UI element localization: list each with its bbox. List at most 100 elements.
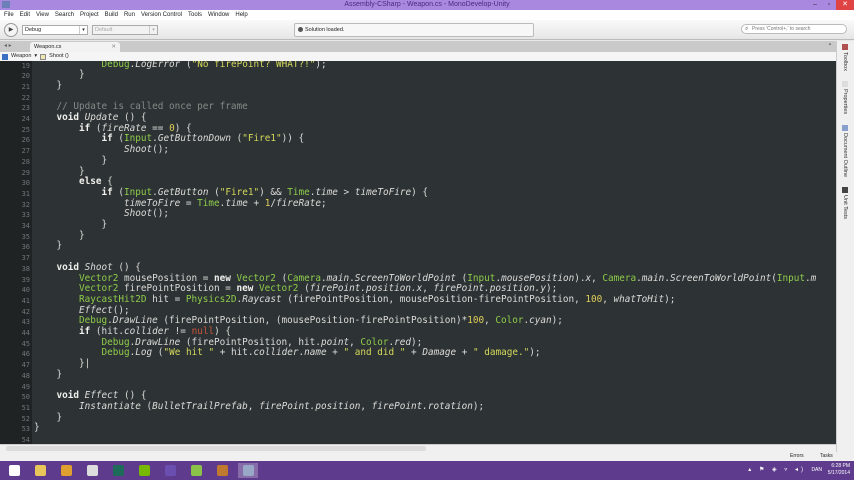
code-token: != (169, 326, 192, 337)
pad-document-outline[interactable]: Document Outline (842, 125, 848, 177)
code-line[interactable]: Debug.Log ("We hit " + hit.collider.name… (34, 348, 541, 359)
horizontal-scrollbar[interactable] (0, 444, 836, 452)
tab-close-icon[interactable]: ✕ (111, 42, 116, 52)
code-token: GetButton (157, 186, 209, 198)
monodevelop-icon (242, 465, 254, 476)
code-token: )) { (281, 133, 305, 145)
maximize-button[interactable]: ▫ (822, 0, 836, 10)
search-icon: ⌕ (745, 26, 749, 32)
menu-window[interactable]: Window (208, 10, 229, 20)
line-number: 24 (21, 115, 30, 123)
code-line[interactable]: RaycastHit2D hit = Physics2D.Raycast (fi… (34, 293, 675, 306)
code-token: "We hit " (163, 347, 215, 359)
code-line[interactable]: } (34, 80, 63, 92)
tab-scroll-left-icon[interactable]: ◂ ▸ (4, 42, 12, 49)
errors-pad-button[interactable]: Errors (790, 452, 804, 461)
code-token: ); (411, 336, 423, 348)
configuration-select[interactable]: Debug ▾ (22, 25, 88, 35)
line-number: 36 (21, 243, 30, 252)
pad-toolbox[interactable]: Toolbox (842, 44, 848, 71)
tab-weapon-cs[interactable]: Weapon.cs ✕ (30, 42, 120, 52)
code-token: Vector2 (259, 283, 299, 295)
line-number: 53 (21, 425, 30, 434)
code-token: } (34, 411, 63, 423)
line-number-gutter: 19 20 21 22 23 24 25 26 27 28 29 30 31 32 33 34 35 36 37 38… (0, 61, 32, 444)
input-language[interactable]: DAN (811, 467, 822, 473)
menu-run[interactable]: Run (124, 10, 135, 20)
code-token: null (191, 326, 215, 337)
code-token: BulletTrailPrefab (152, 400, 248, 412)
tasks-pad-button[interactable]: Tasks (820, 452, 833, 461)
code-token: name (304, 347, 327, 359)
close-button[interactable]: ✕ (836, 0, 854, 10)
code-token: ); (472, 400, 485, 412)
code-token: time (225, 197, 248, 209)
code-line[interactable]: Instantiate (BulletTrailPrefab, firePoin… (34, 400, 485, 413)
title-bar: Assembly-CSharp - Weapon.cs - MonoDevelo… (0, 0, 854, 10)
code-token: "No firePoint? WHAT?!" (191, 61, 316, 70)
breadcrumb-method[interactable]: Shoot () (49, 52, 69, 61)
taskbar-file-explorer-button[interactable] (30, 463, 50, 478)
code-token: Input (124, 133, 153, 145)
clock[interactable]: 6:28 PM 5/17/2014 (828, 463, 850, 477)
code-token: if (34, 133, 113, 145)
menu-help[interactable]: Help (235, 10, 247, 20)
menu-project[interactable]: Project (80, 10, 99, 20)
line-number: 54 (21, 436, 30, 444)
line-number: 47 (21, 361, 30, 370)
menu-file[interactable]: File (4, 10, 14, 20)
properties-icon (842, 81, 848, 87)
taskbar-nvidia-button[interactable] (134, 463, 154, 478)
scrollbar-thumb[interactable] (6, 446, 426, 451)
code-token: "Fire1" (242, 133, 282, 145)
code-token: firePoint.rotation (371, 400, 473, 412)
taskbar-audition-button[interactable] (108, 463, 128, 478)
taskbar-media-player-button[interactable] (212, 463, 232, 478)
pad-properties[interactable]: Properties (842, 81, 848, 114)
taskbar-start-button[interactable] (4, 463, 24, 478)
taskbar-chrome-button[interactable] (56, 463, 76, 478)
line-number: 46 (21, 350, 30, 359)
code-token: ) && (259, 186, 288, 198)
toolbox-icon (842, 44, 848, 50)
code-token: ( (230, 133, 243, 145)
code-token: if (34, 122, 91, 134)
code-token: ) { (411, 186, 428, 198)
code-token: ( (140, 400, 153, 412)
menu-edit[interactable]: Edit (20, 10, 30, 20)
taskbar-unity-button[interactable] (82, 463, 102, 478)
menu-tools[interactable]: Tools (188, 10, 202, 20)
line-number: 43 (21, 318, 30, 327)
breadcrumb-class[interactable]: Weapon (11, 52, 31, 61)
code-token: , (591, 272, 603, 284)
line-number: 27 (21, 147, 30, 156)
minimize-button[interactable]: ‒ (808, 0, 822, 10)
tab-list-icon[interactable]: ▪ (829, 42, 831, 48)
taskbar-monodevelop-button[interactable] (238, 463, 258, 478)
code-token: ) { (174, 122, 192, 134)
menu-build[interactable]: Build (105, 10, 118, 20)
search-placeholder: Press 'Control+,' to search (752, 26, 811, 32)
pad-unit-tests[interactable]: Unit Tests (842, 187, 848, 219)
code-token: Debug (101, 61, 130, 70)
code-token: } (34, 240, 63, 252)
menu-search[interactable]: Search (55, 10, 74, 20)
code-line[interactable]: } (34, 240, 63, 252)
run-button[interactable]: ▶ (4, 23, 18, 37)
code-line[interactable]: } (34, 422, 40, 434)
code-token: whatToHit (613, 293, 665, 305)
menu-version-control[interactable]: Version Control (141, 10, 182, 20)
code-token: if (34, 326, 91, 337)
search-input[interactable]: ⌕ Press 'Control+,' to search (741, 24, 847, 34)
taskbar-notepad-button[interactable] (186, 463, 206, 478)
code-editor[interactable]: 19 20 21 22 23 24 25 26 27 28 29 30 31 32 33 34 35 36 37 38… (0, 61, 836, 444)
taskbar-visual-studio-button[interactable] (160, 463, 180, 478)
menu-view[interactable]: View (36, 10, 49, 20)
platform-select[interactable]: Default ▾ (92, 25, 158, 35)
tray-icons[interactable]: ▴ ⚑ ◈ ▿ ◂) (748, 466, 806, 473)
line-number: 33 (21, 211, 30, 220)
code-line[interactable]: } (34, 369, 63, 381)
line-number: 28 (21, 157, 30, 166)
line-number: 34 (21, 222, 30, 230)
code-token: (firePointPosition, hit. (180, 336, 321, 348)
